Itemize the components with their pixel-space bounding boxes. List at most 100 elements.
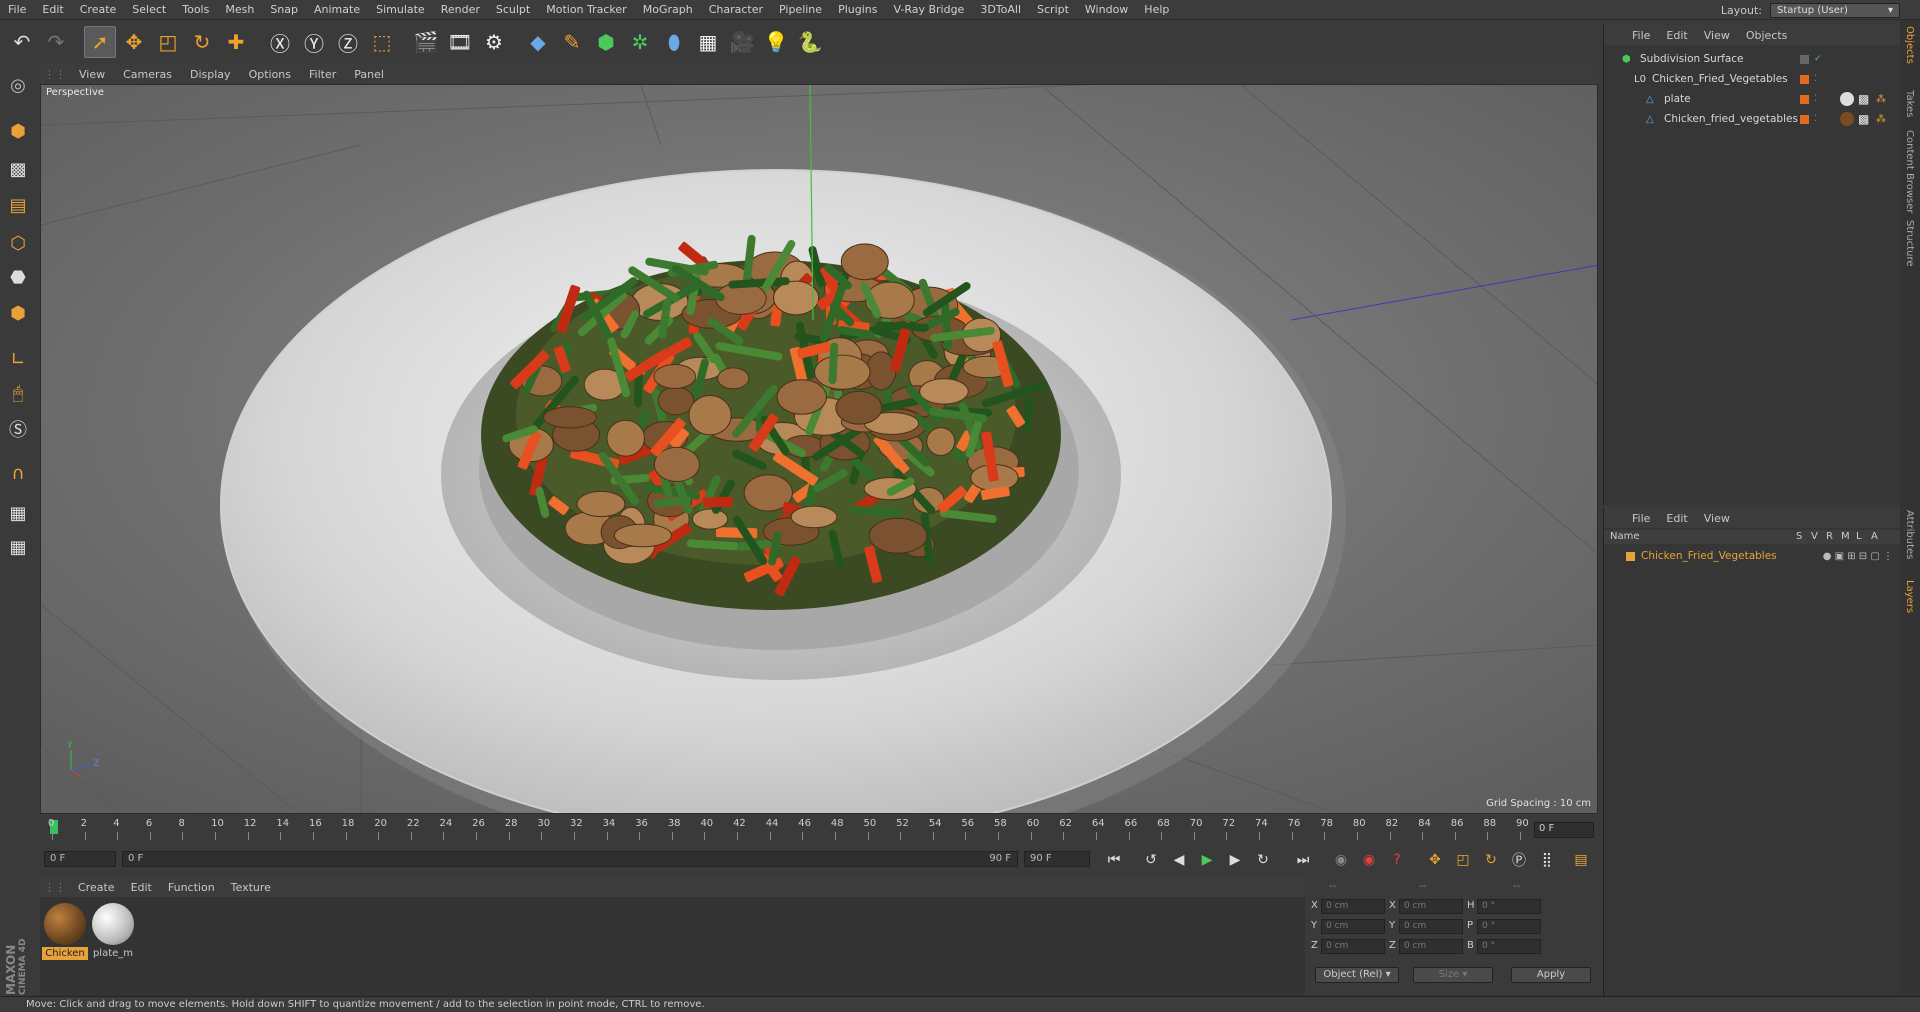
layer-flags-icons[interactable]: ● ▣ ⊞ ⊟ ▢ ⋮ bbox=[1823, 551, 1893, 562]
key-parameter-icon[interactable]: Ⓟ bbox=[1508, 849, 1530, 871]
material-menu-texture[interactable]: Texture bbox=[223, 881, 279, 894]
cube-primitive-icon[interactable]: ◆ bbox=[522, 26, 554, 58]
side-tab-objects[interactable]: Objects bbox=[1904, 26, 1915, 64]
move-icon[interactable]: ✥ bbox=[118, 26, 150, 58]
rotate-icon[interactable]: ↻ bbox=[186, 26, 218, 58]
layer-color-swatch[interactable] bbox=[1800, 94, 1809, 104]
object-menu-edit[interactable]: Edit bbox=[1658, 29, 1695, 42]
frame-range-slider[interactable]: 0 F 90 F bbox=[122, 851, 1018, 867]
next-key-icon[interactable]: ↻ bbox=[1252, 849, 1274, 871]
uvw-tag-icon[interactable]: ▩ bbox=[1858, 92, 1869, 106]
menu-mograph[interactable]: MoGraph bbox=[635, 3, 701, 16]
viewport-menu-view[interactable]: View bbox=[70, 68, 114, 81]
menu-character[interactable]: Character bbox=[701, 3, 771, 16]
menu-tools[interactable]: Tools bbox=[174, 3, 217, 16]
menu-simulate[interactable]: Simulate bbox=[368, 3, 433, 16]
autokey-icon[interactable]: ◉ bbox=[1358, 849, 1380, 871]
python-icon[interactable]: 🐍 bbox=[794, 26, 826, 58]
texture-mode-icon[interactable]: ▩ bbox=[3, 154, 33, 184]
coord-value-field[interactable]: 0 ° bbox=[1477, 939, 1541, 954]
material-menu-function[interactable]: Function bbox=[160, 881, 223, 894]
side-tab-attributes[interactable]: Attributes bbox=[1904, 510, 1915, 559]
render-picture-viewer-icon[interactable]: 🎞 bbox=[444, 26, 476, 58]
layer-header-col[interactable]: M bbox=[1841, 531, 1850, 542]
object-mode-icon[interactable]: ⬢ bbox=[3, 116, 33, 146]
object-menu-view[interactable]: View bbox=[1696, 29, 1738, 42]
key-rotation-icon[interactable]: ↻ bbox=[1480, 849, 1502, 871]
keyframe-selection-icon[interactable]: ? bbox=[1386, 849, 1408, 871]
goto-end-icon[interactable]: ⏭ bbox=[1292, 849, 1314, 871]
menu-file[interactable]: File bbox=[0, 3, 34, 16]
menu-script[interactable]: Script bbox=[1029, 3, 1077, 16]
side-tab-takes[interactable]: Takes bbox=[1904, 90, 1915, 117]
axis-mode-icon[interactable]: ∟ bbox=[3, 344, 33, 374]
visibility-dots-icon[interactable]: ⁚ bbox=[1814, 94, 1817, 104]
side-tab-layers[interactable]: Layers bbox=[1904, 580, 1915, 613]
coord-value-field[interactable]: 0 ° bbox=[1477, 899, 1541, 914]
selection-tag-icon[interactable]: ⁂ bbox=[1876, 114, 1886, 125]
key-position-icon[interactable]: ✥ bbox=[1424, 849, 1446, 871]
enabled-check-icon[interactable]: ✓ bbox=[1814, 54, 1822, 64]
object-row[interactable]: △ Chicken_fried_vegetables ⁚ ▩ ⁂ bbox=[1604, 109, 1901, 129]
menu-window[interactable]: Window bbox=[1077, 3, 1136, 16]
play-icon[interactable]: ▶ bbox=[1196, 849, 1218, 871]
object-row[interactable]: △ plate ⁚ ▩ ⁂ bbox=[1604, 89, 1901, 109]
material-tag-icon[interactable] bbox=[1840, 92, 1854, 106]
scale-icon[interactable]: ◰ bbox=[152, 26, 184, 58]
live-select-icon[interactable]: ✚ bbox=[220, 26, 252, 58]
coord-value-field[interactable]: 0 cm bbox=[1399, 939, 1463, 954]
lock-grid-icon[interactable]: ▦ bbox=[3, 498, 33, 528]
coord-value-field[interactable]: 0 ° bbox=[1477, 919, 1541, 934]
layer-color-swatch[interactable] bbox=[1800, 114, 1809, 124]
viewport-perspective[interactable]: Y Z Perspective Grid Spacing : 10 cm ✥ ⇕… bbox=[40, 84, 1598, 814]
object-menu-file[interactable]: File bbox=[1624, 29, 1658, 42]
coord-value-field[interactable]: 0 cm bbox=[1399, 899, 1463, 914]
menu-mesh[interactable]: Mesh bbox=[217, 3, 262, 16]
coord-system-icon[interactable]: ⬚ bbox=[366, 26, 398, 58]
viewport-menu-filter[interactable]: Filter bbox=[300, 68, 345, 81]
timeline-ruler[interactable]: 0 2 4 6 8 10 12 14 16 18 20 22 24 26 28 30 32 34 36 38 40 42 4… bbox=[40, 816, 1598, 844]
polygons-mode-icon[interactable]: ⬢ bbox=[3, 298, 33, 328]
floor-icon[interactable]: ▦ bbox=[692, 26, 724, 58]
object-menu-objects[interactable]: Objects bbox=[1738, 29, 1796, 42]
undo-icon[interactable]: ↶ bbox=[6, 26, 38, 58]
z-axis-icon[interactable]: Ⓩ bbox=[332, 26, 364, 58]
menu-snap[interactable]: Snap bbox=[262, 3, 306, 16]
layer-header-col[interactable]: L bbox=[1856, 531, 1862, 542]
pen-icon[interactable]: ✎ bbox=[556, 26, 588, 58]
cloner-icon[interactable]: ✲ bbox=[624, 26, 656, 58]
y-axis-icon[interactable]: Ⓨ bbox=[298, 26, 330, 58]
current-frame-field[interactable]: 0 F bbox=[1534, 822, 1594, 838]
menu-edit[interactable]: Edit bbox=[34, 3, 71, 16]
timeline-window-icon[interactable]: ▤ bbox=[1570, 849, 1592, 871]
goto-start-icon[interactable]: ⏮ bbox=[1103, 849, 1125, 871]
object-row[interactable]: ⬢ Subdivision Surface ✓ bbox=[1604, 49, 1901, 69]
key-scale-icon[interactable]: ◰ bbox=[1452, 849, 1474, 871]
layout-select[interactable]: Startup (User) ▾ bbox=[1770, 2, 1900, 18]
points-mode-icon[interactable]: ⬡ bbox=[3, 228, 33, 258]
viewport-menu-panel[interactable]: Panel bbox=[345, 68, 393, 81]
menu-create[interactable]: Create bbox=[72, 3, 125, 16]
coord-value-field[interactable]: 0 cm bbox=[1321, 899, 1385, 914]
menu-select[interactable]: Select bbox=[124, 3, 174, 16]
layer-menu-file[interactable]: File bbox=[1624, 512, 1658, 525]
selection-tag-icon[interactable]: ⁂ bbox=[1876, 94, 1886, 105]
magnet-icon[interactable]: ∩ bbox=[3, 458, 33, 488]
menu-v-ray-bridge[interactable]: V-Ray Bridge bbox=[885, 3, 972, 16]
layer-menu-view[interactable]: View bbox=[1696, 512, 1738, 525]
end-frame-field[interactable]: 90 F bbox=[1024, 851, 1090, 867]
grid-icon[interactable]: ▦ bbox=[3, 532, 33, 562]
material-tag-icon[interactable] bbox=[1840, 112, 1854, 126]
layer-color-swatch[interactable] bbox=[1800, 74, 1809, 84]
layer-menu-edit[interactable]: Edit bbox=[1658, 512, 1695, 525]
menu-render[interactable]: Render bbox=[433, 3, 488, 16]
viewport-menu-display[interactable]: Display bbox=[181, 68, 240, 81]
coord-value-field[interactable]: 0 cm bbox=[1321, 939, 1385, 954]
apply-button[interactable]: Apply bbox=[1511, 967, 1591, 983]
layer-header-col[interactable]: V bbox=[1811, 531, 1818, 542]
snap-icon[interactable]: Ⓢ bbox=[3, 414, 33, 444]
side-tab-content-browser[interactable]: Content Browser bbox=[1904, 130, 1915, 213]
render-view-icon[interactable]: 🎬 bbox=[410, 26, 442, 58]
menu-help[interactable]: Help bbox=[1136, 3, 1177, 16]
side-tab-structure[interactable]: Structure bbox=[1904, 220, 1915, 267]
